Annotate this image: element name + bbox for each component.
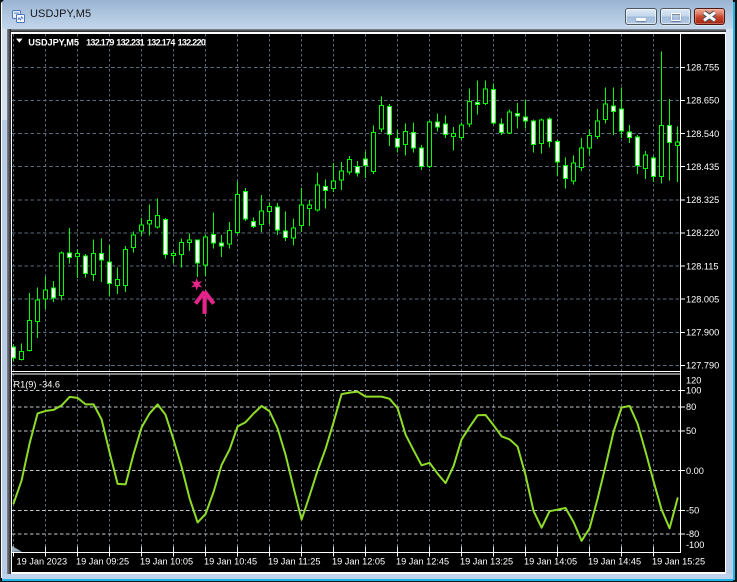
svg-text:128.005: 128.005 (686, 294, 719, 304)
svg-text:0.00: 0.00 (686, 466, 704, 476)
svg-text:132.174: 132.174 (147, 37, 175, 47)
svg-text:132.231: 132.231 (116, 37, 144, 47)
svg-text:127.900: 127.900 (686, 327, 719, 337)
svg-text:19 Jan 12:05: 19 Jan 12:05 (332, 556, 385, 566)
svg-text:-100: -100 (686, 540, 704, 550)
svg-text:19 Jan 11:25: 19 Jan 11:25 (268, 556, 320, 566)
svg-text:128.115: 128.115 (686, 261, 719, 271)
svg-text:19 Jan 2023: 19 Jan 2023 (17, 556, 68, 566)
svg-text:19 Jan 15:25: 19 Jan 15:25 (652, 556, 705, 566)
svg-text:19 Jan 14:05: 19 Jan 14:05 (524, 556, 577, 566)
svg-text:128.435: 128.435 (686, 162, 719, 172)
svg-text:128.220: 128.220 (686, 228, 719, 238)
svg-text:-80: -80 (686, 529, 699, 539)
svg-text:19 Jan 12:45: 19 Jan 12:45 (396, 556, 449, 566)
svg-text:132.179: 132.179 (86, 37, 114, 47)
svg-text:R1(9) -34.6: R1(9) -34.6 (14, 379, 60, 389)
svg-text:50: 50 (686, 426, 696, 436)
svg-text:19 Jan 09:25: 19 Jan 09:25 (76, 556, 129, 566)
svg-text:-50: -50 (686, 505, 699, 515)
svg-text:19 Jan 10:05: 19 Jan 10:05 (140, 556, 193, 566)
svg-text:120: 120 (686, 375, 701, 385)
svg-text:19 Jan 14:45: 19 Jan 14:45 (588, 556, 641, 566)
svg-text:132.220: 132.220 (178, 37, 206, 47)
svg-text:80: 80 (686, 402, 696, 412)
svg-text:100: 100 (686, 385, 701, 395)
svg-text:19 Jan 13:25: 19 Jan 13:25 (460, 556, 513, 566)
svg-text:128.325: 128.325 (686, 195, 719, 205)
svg-text:128.540: 128.540 (686, 128, 719, 138)
svg-text:127.790: 127.790 (686, 360, 719, 370)
svg-text:128.650: 128.650 (686, 95, 719, 105)
svg-text:USDJPY,M5: USDJPY,M5 (28, 37, 79, 47)
svg-text:19 Jan 10:45: 19 Jan 10:45 (204, 556, 257, 566)
svg-text:128.755: 128.755 (686, 62, 719, 72)
